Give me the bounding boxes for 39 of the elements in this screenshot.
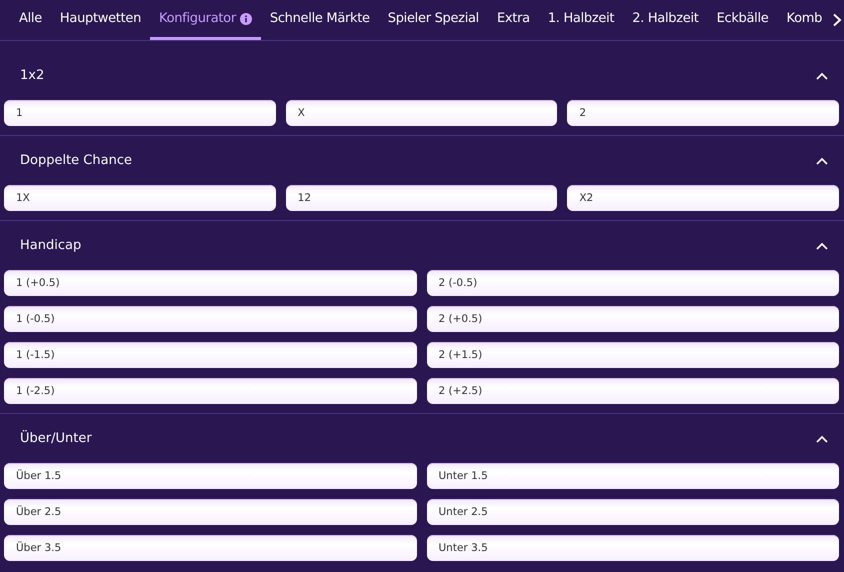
bet-option-button[interactable]: Über 1.5 xyxy=(4,463,416,489)
chevron-right-icon[interactable] xyxy=(832,13,842,27)
tab[interactable]: Konfigurator xyxy=(150,0,261,40)
bet-option-button[interactable]: Unter 2.5 xyxy=(426,499,839,525)
bet-option-button[interactable]: X xyxy=(286,100,558,126)
tab[interactable]: 1. Halbzeit xyxy=(538,0,624,40)
tab[interactable]: Komb xyxy=(778,0,832,40)
bet-option-button[interactable]: Unter 1.5 xyxy=(426,463,839,489)
bet-option-button[interactable]: 2 (+0.5) xyxy=(426,306,839,332)
tab[interactable]: Alle xyxy=(10,0,51,40)
bet-option-button[interactable]: 2 xyxy=(567,100,839,126)
chevron-icon[interactable] xyxy=(816,242,828,250)
tab[interactable]: Schnelle Märkte xyxy=(260,0,379,40)
tab[interactable]: Spieler Spezial xyxy=(378,0,488,40)
tab[interactable]: Hauptwetten xyxy=(50,0,150,40)
bet-option-button[interactable]: 2 (-0.5) xyxy=(426,270,839,296)
bet-option-button[interactable]: 1 (-0.5) xyxy=(4,306,416,332)
section-title: Über/Unter xyxy=(20,431,92,446)
bet-option-button[interactable]: 1 (+0.5) xyxy=(4,270,416,296)
section-title: Handicap xyxy=(20,238,82,253)
tab[interactable]: Extra xyxy=(488,0,539,40)
chevron-icon[interactable] xyxy=(816,434,828,442)
tab[interactable]: Eckbälle xyxy=(708,0,778,40)
bet-option-button[interactable]: Über 2.5 xyxy=(4,499,416,525)
section-title: Doppelte Chance xyxy=(20,153,132,168)
chevron-icon[interactable] xyxy=(816,72,828,80)
bet-option-button[interactable]: 1 xyxy=(4,100,276,126)
tab[interactable]: 2. Halbzeit xyxy=(623,0,708,40)
section-title: 1x2 xyxy=(20,68,44,83)
bet-option-button[interactable]: Über 3.5 xyxy=(4,535,416,561)
bet-option-button[interactable]: X2 xyxy=(567,185,839,211)
chevron-icon[interactable] xyxy=(816,156,828,164)
bet-option-button[interactable]: 1 (-1.5) xyxy=(4,342,416,368)
bet-option-button[interactable]: 1 (-2.5) xyxy=(4,378,416,404)
bet-option-button[interactable]: 12 xyxy=(286,185,558,211)
bet-option-button[interactable]: 1X xyxy=(4,185,276,211)
bet-option-button[interactable]: 2 (+2.5) xyxy=(426,378,839,404)
bet-option-button[interactable]: Unter 3.5 xyxy=(426,535,839,561)
bet-option-button[interactable]: 2 (+1.5) xyxy=(426,342,839,368)
